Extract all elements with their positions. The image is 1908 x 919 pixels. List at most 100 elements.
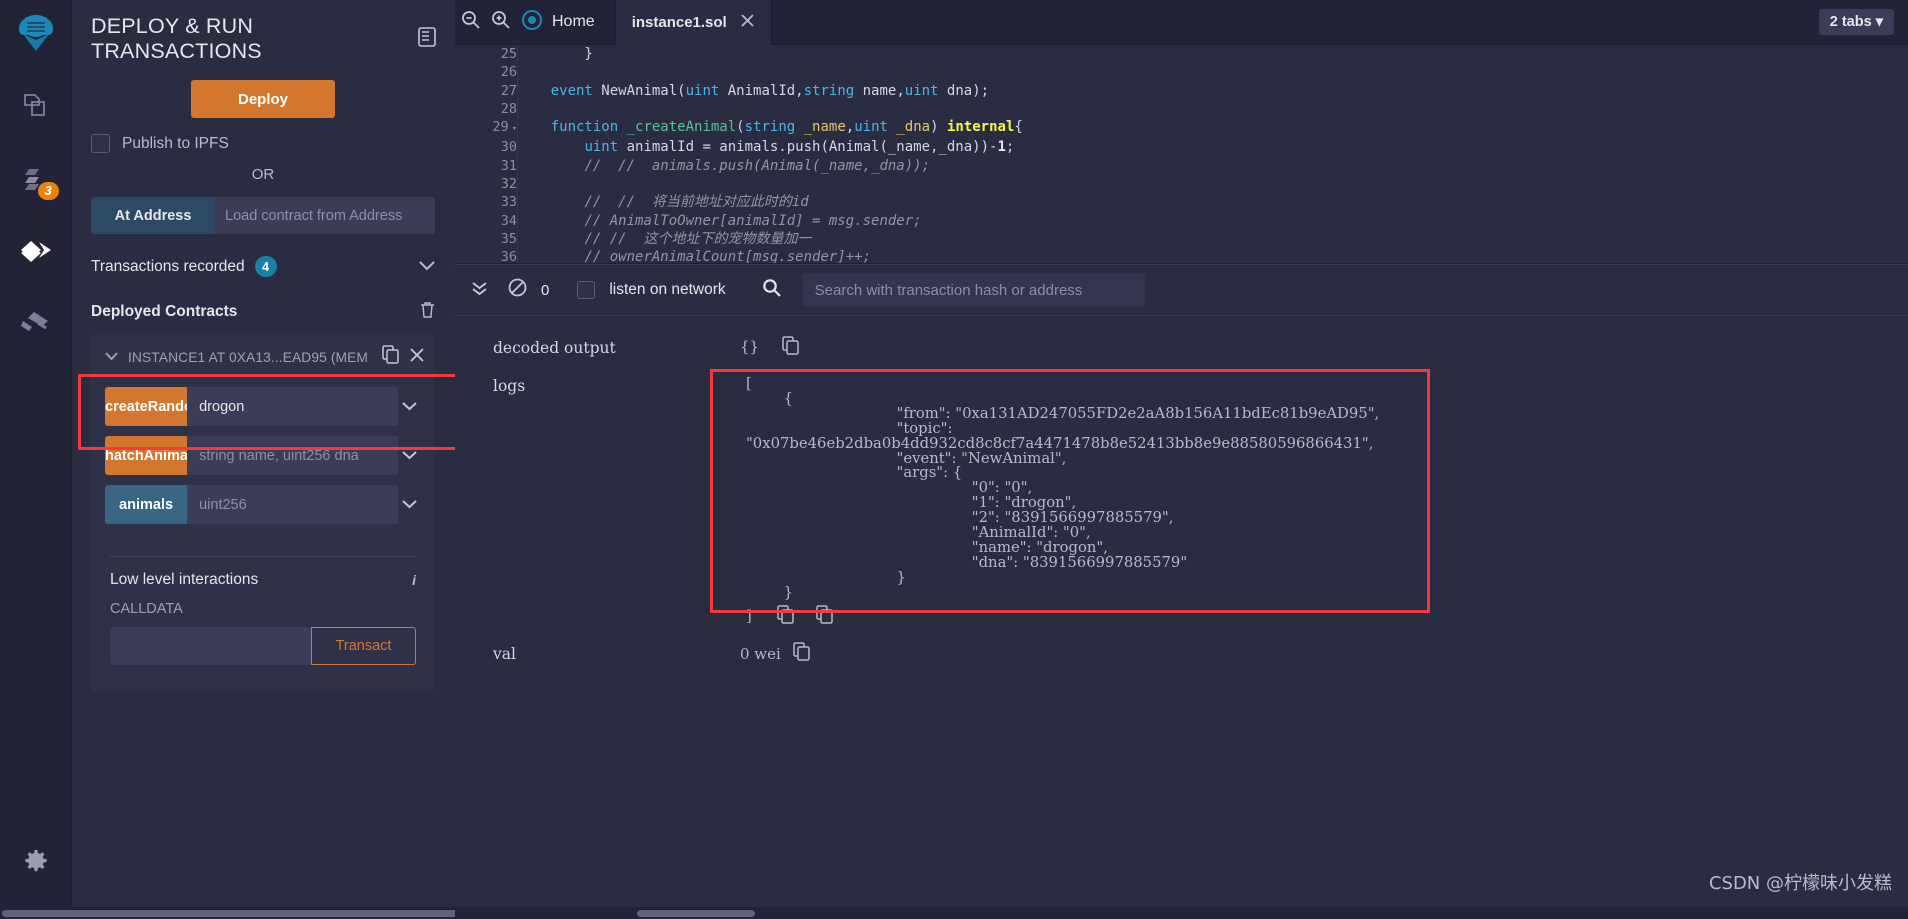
sidebar-item-remix-logo[interactable] bbox=[0, 0, 72, 72]
function-input-hatchanimal[interactable] bbox=[187, 436, 399, 475]
function-row: animals bbox=[105, 485, 421, 524]
code-lines: 25 } 26 27 event NewAnimal(uint AnimalId,… bbox=[455, 45, 1908, 263]
line-number: 28 bbox=[455, 99, 517, 119]
line-number: 32 bbox=[455, 175, 517, 194]
chevron-down-icon[interactable] bbox=[398, 496, 421, 513]
panel-header: DEPLOY & RUN TRANSACTIONS bbox=[72, 0, 454, 68]
sidebar-item-plugin-manager[interactable] bbox=[0, 288, 72, 360]
sidebar-item-solidity-compiler[interactable]: 3 bbox=[0, 144, 72, 216]
at-address-button[interactable]: At Address bbox=[91, 197, 215, 234]
line-number: 29 ▾ bbox=[455, 118, 517, 139]
chevron-down-icon[interactable] bbox=[105, 348, 118, 366]
pending-transactions-count: 0 bbox=[541, 281, 550, 299]
code-line-content: } bbox=[517, 46, 593, 62]
chevron-down-icon[interactable] bbox=[398, 398, 421, 415]
plugin-manager-icon bbox=[20, 309, 52, 340]
search-input[interactable] bbox=[802, 273, 1145, 307]
code-line: 33 // // 将当前地址对应此时的id bbox=[455, 193, 1908, 212]
logs-json: [ { "from": "0xa131AD247055FD2e2aA8b156A… bbox=[746, 375, 1380, 601]
chevron-down-icon[interactable] bbox=[398, 447, 421, 464]
gutter-divider bbox=[517, 45, 518, 263]
ban-clear-icon[interactable] bbox=[508, 278, 527, 302]
trash-icon[interactable] bbox=[420, 301, 435, 323]
function-row: hatchAnimal bbox=[105, 436, 421, 475]
terminal-toolbar: 0 listen on network bbox=[455, 264, 1908, 316]
decoded-output-value: {} bbox=[740, 337, 760, 356]
deploy-run-panel: DEPLOY & RUN TRANSACTIONS Deploy Publish… bbox=[72, 0, 454, 919]
copy-icon[interactable] bbox=[382, 345, 399, 369]
tab-file-label: instance1.sol bbox=[631, 13, 727, 31]
publish-ipfs-checkbox[interactable] bbox=[91, 134, 110, 153]
icon-rail: 3 bbox=[0, 0, 72, 919]
line-number: 27 bbox=[455, 81, 517, 100]
calldata-input[interactable] bbox=[110, 627, 311, 665]
divider bbox=[110, 556, 416, 557]
code-line-content bbox=[517, 175, 1908, 193]
or-separator: OR bbox=[251, 166, 275, 183]
editor-and-terminal: Home instance1.sol 2 tabs ▾ 25 } 26 27 ev… bbox=[455, 0, 1908, 919]
function-button-animals[interactable]: animals bbox=[105, 485, 188, 524]
info-icon[interactable]: i bbox=[412, 572, 416, 588]
deploy-button[interactable]: Deploy bbox=[191, 80, 335, 118]
transact-button[interactable]: Transact bbox=[311, 627, 416, 665]
search-icon[interactable] bbox=[762, 278, 781, 302]
scrollbar-thumb[interactable] bbox=[637, 910, 755, 917]
close-icon[interactable] bbox=[740, 12, 755, 33]
instance-title: INSTANCE1 AT 0XA13...EAD95 (MEM bbox=[128, 349, 369, 365]
chevron-down-icon[interactable] bbox=[419, 258, 435, 276]
line-number: 35 bbox=[455, 229, 517, 249]
settings-gear-icon bbox=[23, 849, 49, 880]
left-panel-scrollbar[interactable] bbox=[0, 907, 472, 919]
close-icon[interactable] bbox=[409, 347, 425, 368]
panel-layout-icon[interactable] bbox=[418, 26, 436, 52]
sidebar-item-deploy-run[interactable] bbox=[0, 216, 72, 288]
watermark: CSDN @柠檬味小发糕 bbox=[1708, 873, 1892, 894]
copy-icon[interactable] bbox=[816, 604, 834, 628]
sidebar-item-file-explorer[interactable] bbox=[0, 72, 72, 144]
tab-home[interactable]: Home bbox=[515, 0, 615, 45]
code-line-content: function _createAnimal(string _name,uint… bbox=[550, 119, 1023, 136]
copy-icon[interactable] bbox=[782, 336, 799, 359]
copy-icon[interactable] bbox=[776, 604, 794, 628]
at-address-input[interactable] bbox=[215, 197, 435, 234]
publish-ipfs-row[interactable]: Publish to IPFS bbox=[72, 118, 454, 153]
chevrons-down-icon[interactable] bbox=[465, 280, 494, 300]
file-explorer-icon bbox=[21, 91, 51, 126]
deployed-instance-card: INSTANCE1 AT 0XA13...EAD95 (MEM createRa… bbox=[91, 335, 435, 691]
tab-bar: Home instance1.sol 2 tabs ▾ bbox=[455, 0, 1908, 45]
val-row: val 0 wei bbox=[455, 641, 1908, 666]
zoom-in-icon[interactable] bbox=[485, 10, 515, 34]
zoom-out-icon[interactable] bbox=[455, 10, 485, 34]
calldata-label: CALLDATA bbox=[110, 601, 183, 617]
function-button-createrandomanimal[interactable]: createRando... bbox=[105, 387, 188, 426]
compiler-badge-count: 3 bbox=[37, 182, 59, 200]
deploy-run-icon bbox=[19, 235, 53, 270]
sidebar-item-settings[interactable] bbox=[0, 839, 72, 889]
code-line-content: event NewAnimal(uint AnimalId,string nam… bbox=[550, 82, 990, 99]
low-level-interactions-row: Low level interactions i bbox=[110, 571, 416, 589]
function-input-animals[interactable] bbox=[187, 485, 399, 524]
function-row: createRando... bbox=[105, 387, 421, 426]
instance-header[interactable]: INSTANCE1 AT 0XA13...EAD95 (MEM bbox=[91, 335, 435, 379]
code-line-content: uint animalId = animals.push(Animal(_nam… bbox=[584, 139, 1015, 156]
listen-on-network-checkbox[interactable] bbox=[577, 281, 596, 299]
tabs-count-dropdown[interactable]: 2 tabs ▾ bbox=[1818, 9, 1894, 35]
editor-scrollbar[interactable] bbox=[455, 907, 1908, 919]
line-number: 31 bbox=[455, 156, 517, 176]
scrollbar-thumb[interactable] bbox=[2, 910, 472, 917]
code-line: 28 bbox=[455, 99, 1908, 119]
function-input-createrandomanimal[interactable] bbox=[187, 387, 399, 426]
code-line-content bbox=[517, 63, 1908, 81]
transactions-recorded-row[interactable]: Transactions recorded 4 bbox=[91, 256, 435, 277]
listen-on-network-label: listen on network bbox=[609, 281, 726, 298]
copy-icon[interactable] bbox=[793, 641, 810, 666]
line-number: 33 bbox=[455, 193, 517, 212]
code-line-content: // // 这个地址下的宠物数量加一 bbox=[584, 230, 812, 247]
function-button-hatchanimal[interactable]: hatchAnimal bbox=[105, 436, 188, 475]
code-line: 30 uint animalId = animals.push(Animal(_… bbox=[455, 138, 1908, 157]
logs-value: [ { "from": "0xa131AD247055FD2e2aA8b156A… bbox=[740, 375, 1908, 628]
code-editor[interactable]: 25 } 26 27 event NewAnimal(uint AnimalId,… bbox=[455, 45, 1908, 263]
code-line: 27 event NewAnimal(uint AnimalId,string … bbox=[455, 81, 1908, 100]
tab-instance1-sol[interactable]: instance1.sol bbox=[614, 0, 772, 45]
fold-arrow-icon[interactable]: ▾ bbox=[509, 124, 517, 134]
